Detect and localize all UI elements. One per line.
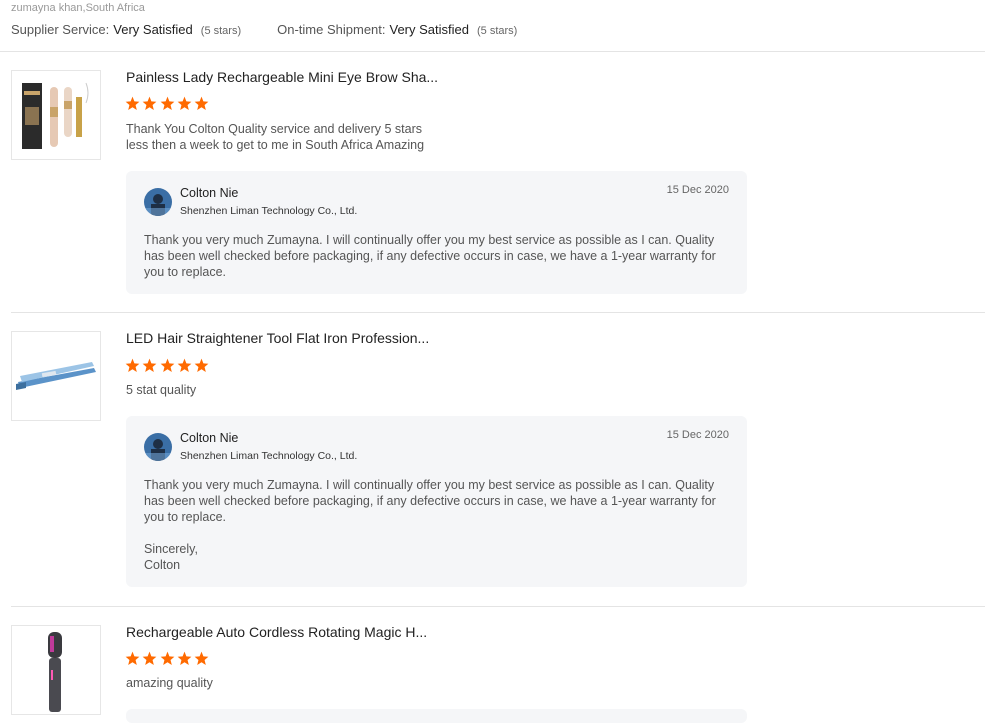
reply-paragraph: Thank you very much Zumayna. I will cont…	[144, 233, 716, 279]
star-icon	[160, 651, 174, 665]
star-icon	[142, 358, 157, 372]
seller-name: Colton Nie	[180, 186, 239, 200]
shipment-label: On-time Shipment:	[277, 22, 386, 37]
star-icon	[125, 358, 140, 372]
supplier-service-stars: (5 stars)	[200, 25, 242, 37]
supplier-service-label: Supplier Service:	[11, 22, 110, 37]
product-thumbnail[interactable]	[11, 331, 101, 421]
seller-name: Colton Nie	[180, 431, 239, 445]
eyebrow-trimmer-image	[12, 71, 100, 159]
product-title[interactable]: Painless Lady Rechargeable Mini Eye Brow…	[126, 69, 438, 85]
star-icon	[142, 651, 157, 665]
rating-stars	[125, 96, 211, 111]
star-icon	[125, 651, 140, 665]
avatar	[144, 433, 172, 461]
star-icon	[194, 358, 209, 372]
hair-curler-image	[12, 626, 100, 714]
comment-line: 5 stat quality	[126, 383, 197, 397]
avatar	[144, 188, 172, 216]
seller-company[interactable]: Shenzhen Liman Technology Co., Ltd.	[180, 205, 357, 217]
reply-date: 15 Dec 2020	[666, 184, 729, 196]
divider	[0, 51, 985, 52]
ratings-summary: Supplier Service: Very Satisfied (5 star…	[11, 22, 553, 37]
comment-line: amazing quality	[126, 676, 213, 690]
seller-reply	[126, 709, 747, 723]
star-icon	[160, 96, 174, 110]
supplier-service-rating: Supplier Service: Very Satisfied (5 star…	[11, 22, 241, 37]
rating-stars	[125, 651, 211, 666]
seller-reply: Colton Nie Shenzhen Liman Technology Co.…	[126, 171, 747, 294]
star-icon	[160, 358, 174, 372]
product-thumbnail[interactable]	[11, 70, 101, 160]
review-comment: 5 stat quality	[126, 382, 196, 398]
reply-signature: Sincerely, Colton	[144, 542, 198, 572]
star-icon	[194, 96, 209, 110]
star-icon	[177, 358, 192, 372]
product-title[interactable]: LED Hair Straightener Tool Flat Iron Pro…	[126, 330, 429, 346]
product-thumbnail[interactable]	[11, 625, 101, 715]
star-icon	[142, 96, 157, 110]
hair-straightener-image	[12, 332, 100, 420]
rating-stars	[125, 358, 211, 373]
product-title[interactable]: Rechargeable Auto Cordless Rotating Magi…	[126, 624, 427, 640]
reviewer-location: zumayna khan,South Africa	[11, 2, 145, 14]
shipment-value: Very Satisfied	[389, 22, 470, 37]
comment-line: less then a week to get to me in South A…	[126, 138, 425, 152]
star-icon	[194, 651, 209, 665]
shipment-stars: (5 stars)	[477, 25, 518, 37]
reply-message: Thank you very much Zumayna. I will cont…	[144, 477, 734, 589]
seller-reply: Colton Nie Shenzhen Liman Technology Co.…	[126, 416, 747, 587]
star-icon	[177, 651, 192, 665]
reply-date: 15 Dec 2020	[666, 429, 729, 441]
supplier-service-value: Very Satisfied	[113, 22, 193, 37]
star-icon	[125, 96, 140, 110]
seller-company[interactable]: Shenzhen Liman Technology Co., Ltd.	[180, 450, 357, 462]
comment-line: Thank You Colton Quality service and del…	[126, 122, 422, 136]
review-comment: Thank You Colton Quality service and del…	[126, 121, 424, 153]
divider	[11, 312, 985, 313]
divider	[11, 606, 985, 607]
reply-message: Thank you very much Zumayna. I will cont…	[144, 232, 734, 296]
review-comment: amazing quality	[126, 675, 213, 691]
shipment-rating: On-time Shipment: Very Satisfied (5 star…	[277, 22, 517, 37]
star-icon	[177, 96, 192, 110]
reply-paragraph: Thank you very much Zumayna. I will cont…	[144, 478, 716, 524]
